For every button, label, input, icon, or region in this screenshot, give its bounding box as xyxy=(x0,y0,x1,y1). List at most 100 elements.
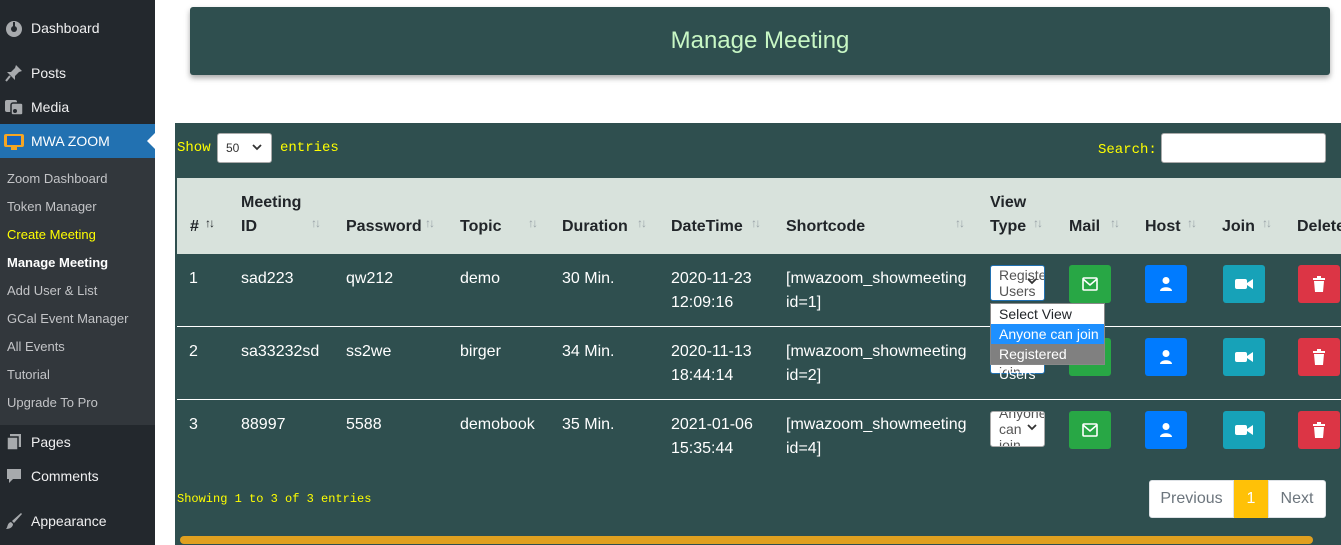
column-header-view-type-line2[interactable]: Type xyxy=(990,215,1026,239)
cell-meeting-id: 88997 xyxy=(241,416,286,433)
table-row: 3 88997 5588 demobook 35 Min. 2021-01-06… xyxy=(177,400,1341,473)
column-header-duration[interactable]: Duration xyxy=(562,215,628,239)
horizontal-scrollbar[interactable] xyxy=(180,536,1313,544)
column-header-password[interactable]: Password xyxy=(346,215,422,239)
sidebar-item-dashboard[interactable]: Dashboard xyxy=(0,11,155,45)
sidebar-item-label: Media xyxy=(31,99,70,115)
sort-icon[interactable]: ↑↓ xyxy=(311,216,321,230)
submenu-item-all-events[interactable]: All Events xyxy=(7,337,65,357)
cell-shortcode: [mwazoom_showmeeting xyxy=(786,416,967,433)
submenu-item-tutorial[interactable]: Tutorial xyxy=(7,365,50,385)
column-header-mail[interactable]: Mail xyxy=(1069,215,1100,239)
sort-icon[interactable]: ↑↓ xyxy=(751,216,761,230)
submenu-item-add-user[interactable]: Add User & List xyxy=(7,281,97,301)
delete-button[interactable] xyxy=(1298,265,1340,303)
sidebar-item-mwa-zoom[interactable]: MWA ZOOM xyxy=(0,124,155,158)
column-header-join[interactable]: Join xyxy=(1222,215,1255,239)
host-button[interactable] xyxy=(1145,411,1187,449)
comment-icon xyxy=(3,466,25,486)
option-registered-users[interactable]: Registered Users xyxy=(991,344,1104,382)
mail-button[interactable] xyxy=(1069,265,1111,303)
column-header-topic[interactable]: Topic xyxy=(460,215,501,239)
entries-label: entries xyxy=(280,140,339,156)
search-input[interactable] xyxy=(1161,133,1326,163)
view-type-select[interactable]: Anyone can join xyxy=(990,411,1045,447)
join-button[interactable] xyxy=(1223,411,1265,449)
sidebar-item-comments[interactable]: Comments xyxy=(0,459,155,493)
video-camera-icon xyxy=(1235,279,1253,289)
submenu-item-create-meeting[interactable]: Create Meeting xyxy=(7,225,96,245)
cell-shortcode-id: id=4] xyxy=(786,440,822,457)
cell-topic: birger xyxy=(460,343,501,360)
view-type-select[interactable]: Registered Users xyxy=(990,265,1045,301)
sort-asc-icon[interactable]: ↑↓ xyxy=(205,216,215,230)
sidebar-item-label: MWA ZOOM xyxy=(31,133,110,149)
sidebar-item-label: Comments xyxy=(31,468,99,484)
sort-icon[interactable]: ↑↓ xyxy=(1110,216,1120,230)
column-header-view-type-line1[interactable]: View xyxy=(990,191,1026,215)
cell-password: qw212 xyxy=(346,270,394,287)
sidebar-item-appearance[interactable]: Appearance xyxy=(0,504,155,538)
column-header-delete[interactable]: Delete xyxy=(1297,215,1341,239)
cell-date: 2020-11-13 xyxy=(671,343,752,360)
cell-meeting-id: sa33232sd xyxy=(241,343,320,360)
option-anyone-can-join[interactable]: Anyone can join xyxy=(991,324,1104,344)
trash-icon xyxy=(1313,349,1325,365)
brush-icon xyxy=(3,511,25,531)
pagination: Previous 1 Next xyxy=(1149,480,1326,518)
entries-per-page-select[interactable]: 50 xyxy=(217,133,272,163)
column-header-meeting-id-line2[interactable]: ID xyxy=(241,215,257,239)
page-button-current[interactable]: 1 xyxy=(1234,480,1268,518)
envelope-icon xyxy=(1082,277,1098,291)
sort-icon[interactable]: ↑↓ xyxy=(637,216,647,230)
cell-password: 5588 xyxy=(346,416,382,433)
sort-icon[interactable]: ↑↓ xyxy=(528,216,538,230)
active-indicator xyxy=(147,133,155,149)
delete-button[interactable] xyxy=(1298,338,1340,376)
page-header: Manage Meeting xyxy=(190,7,1330,75)
host-button[interactable] xyxy=(1145,338,1187,376)
submenu-item-token-manager[interactable]: Token Manager xyxy=(7,197,97,217)
sort-icon[interactable]: ↑↓ xyxy=(1187,216,1197,230)
column-header-meeting-id-line1[interactable]: Meeting xyxy=(241,191,301,215)
user-icon xyxy=(1160,423,1172,437)
column-header-shortcode[interactable]: Shortcode xyxy=(786,215,865,239)
column-header-host[interactable]: Host xyxy=(1145,215,1181,239)
join-button[interactable] xyxy=(1223,265,1265,303)
zoom-submenu: Zoom Dashboard Token Manager Create Meet… xyxy=(0,158,155,425)
sidebar-item-posts[interactable]: Posts xyxy=(0,56,155,90)
column-header-datetime[interactable]: DateTime xyxy=(671,215,743,239)
sort-icon[interactable]: ↑↓ xyxy=(1262,216,1272,230)
cell-num: 3 xyxy=(189,416,198,433)
show-label: Show xyxy=(177,140,211,156)
delete-button[interactable] xyxy=(1298,411,1340,449)
submenu-item-zoom-dashboard[interactable]: Zoom Dashboard xyxy=(7,169,107,189)
column-header-num[interactable]: # xyxy=(190,215,199,239)
next-page-button[interactable]: Next xyxy=(1268,480,1326,518)
sort-icon[interactable]: ↑↓ xyxy=(955,216,965,230)
trash-icon xyxy=(1313,276,1325,292)
submenu-item-gcal-event-manager[interactable]: GCal Event Manager xyxy=(7,309,128,329)
cell-duration: 34 Min. xyxy=(562,343,615,360)
sidebar-item-label: Pages xyxy=(31,434,71,450)
mail-button[interactable] xyxy=(1069,411,1111,449)
sidebar-item-media[interactable]: Media xyxy=(0,90,155,124)
cell-time: 18:44:14 xyxy=(671,367,734,384)
view-type-value: Registered Users xyxy=(999,267,1044,299)
cell-topic: demobook xyxy=(460,416,535,433)
table-row: 1 sad223 qw212 demo 30 Min. 2020-11-23 1… xyxy=(177,254,1341,327)
sidebar-item-pages[interactable]: Pages xyxy=(0,425,155,459)
cell-shortcode: [mwazoom_showmeeting xyxy=(786,270,967,287)
cell-num: 2 xyxy=(189,343,198,360)
view-type-dropdown-list: Select View Anyone can join Registered U… xyxy=(990,303,1105,382)
join-button[interactable] xyxy=(1223,338,1265,376)
option-select-view[interactable]: Select View xyxy=(991,304,1104,324)
submenu-item-manage-meeting[interactable]: Manage Meeting xyxy=(7,253,108,273)
sort-icon[interactable]: ↑↓ xyxy=(425,216,435,230)
sort-icon[interactable]: ↑↓ xyxy=(1033,216,1043,230)
entries-value: 50 xyxy=(226,141,240,155)
host-button[interactable] xyxy=(1145,265,1187,303)
previous-page-button[interactable]: Previous xyxy=(1149,480,1234,518)
submenu-item-upgrade[interactable]: Upgrade To Pro xyxy=(7,393,98,413)
cell-meeting-id: sad223 xyxy=(241,270,294,287)
